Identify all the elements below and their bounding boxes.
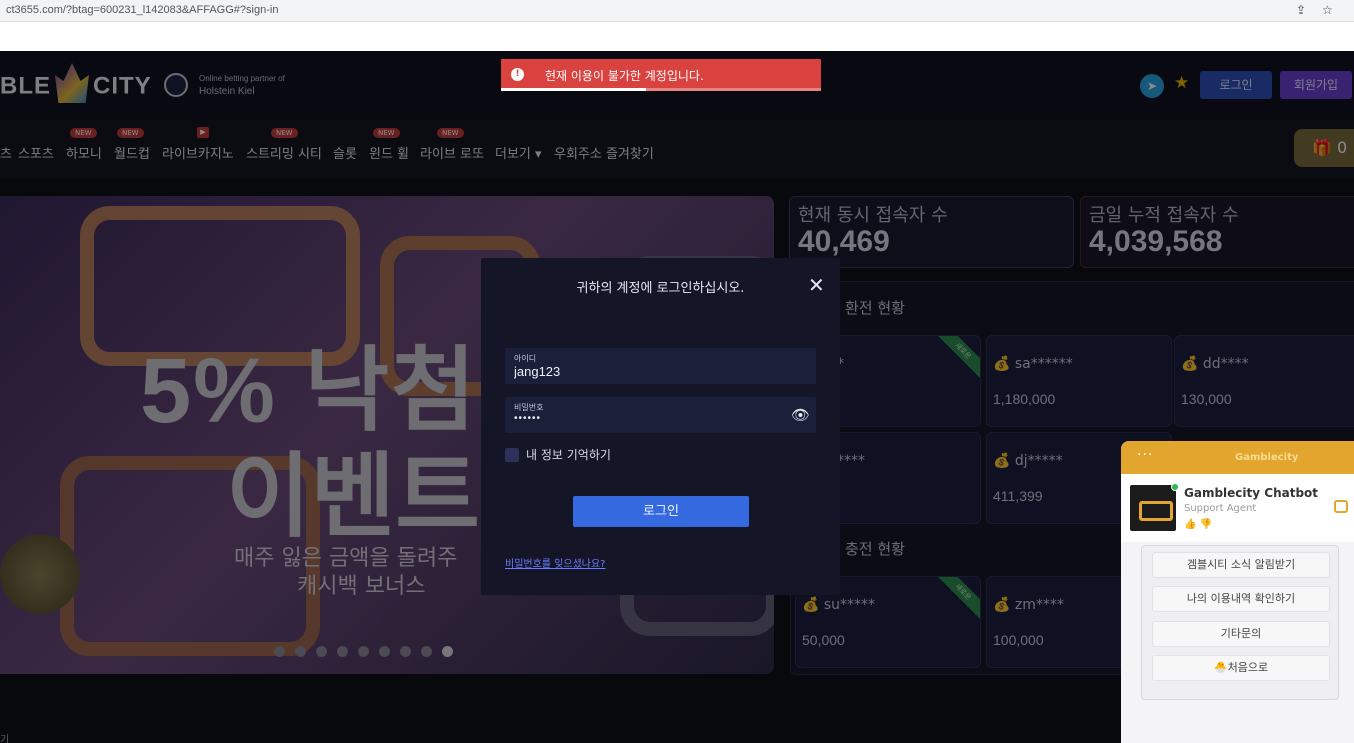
login-title: 귀하의 계정에 로그인하십시오.	[576, 281, 745, 296]
username-label: 아이디	[514, 354, 537, 363]
more-dots-icon[interactable]: ···	[1137, 447, 1153, 463]
chat-agent-card: Gamblecity Chatbot Support Agent 👍 👎	[1121, 474, 1354, 542]
thumbs-up-icon[interactable]: 👍	[1184, 519, 1196, 530]
thumbs-down-icon[interactable]: 👎	[1200, 519, 1212, 530]
login-modal: 귀하의 계정에 로그인하십시오. ✕ 아이디 비밀번호 👁 내 정보 기억하기 …	[481, 258, 840, 595]
agent-avatar	[1130, 485, 1176, 531]
remember-checkbox[interactable]	[505, 447, 519, 462]
close-icon[interactable]: ✕	[808, 273, 825, 297]
password-field[interactable]: 비밀번호 👁	[505, 397, 816, 433]
error-toast[interactable]: ! 현재 이용이 불가한 계정입니다.	[501, 59, 821, 91]
forgot-password-link[interactable]: 비밀번호를 잊으셨나요?	[505, 555, 606, 570]
error-icon: !	[511, 68, 524, 81]
toast-progress	[501, 88, 646, 91]
chat-header[interactable]: ··· Gamblecity	[1121, 441, 1354, 474]
login-submit-button[interactable]: 로그인	[573, 496, 749, 527]
username-field[interactable]: 아이디	[505, 348, 816, 384]
remember-me[interactable]: 내 정보 기억하기	[505, 444, 611, 463]
chat-options: 겜블시티 소식 알림받기 나의 이용내역 확인하기 기타문의 🐣처음으로	[1141, 545, 1339, 700]
chat-option-other[interactable]: 기타문의	[1152, 621, 1330, 647]
agent-role: Support Agent	[1184, 503, 1257, 514]
chatbot-widget: ··· Gamblecity Gamblecity Chatbot Suppor…	[1121, 441, 1354, 743]
url-text[interactable]: ct3655.com/?btag=600231_l142083&AFFAGG#?…	[6, 4, 278, 16]
browser-blank-strip	[0, 22, 1354, 51]
chat-brand: Gamblecity	[1235, 452, 1299, 463]
show-password-eye-icon[interactable]: 👁	[791, 406, 810, 424]
online-status-icon	[1171, 483, 1179, 491]
bookmark-star-icon[interactable]: ☆	[1322, 3, 1333, 17]
chat-option-start-over[interactable]: 🐣처음으로	[1152, 655, 1330, 681]
share-icon[interactable]: ⇪	[1296, 3, 1306, 17]
feedback-thumbs: 👍 👎	[1184, 519, 1212, 530]
password-label: 비밀번호	[514, 403, 544, 412]
chat-bubble-icon[interactable]	[1334, 500, 1348, 513]
chat-option-history[interactable]: 나의 이용내역 확인하기	[1152, 586, 1330, 612]
browser-address-bar[interactable]: ct3655.com/?btag=600231_l142083&AFFAGG#?…	[0, 0, 1354, 22]
chat-option-news[interactable]: 겜블시티 소식 알림받기	[1152, 552, 1330, 578]
username-input[interactable]	[514, 364, 774, 379]
toast-message: 현재 이용이 불가한 계정입니다.	[545, 69, 704, 83]
password-input[interactable]	[514, 413, 774, 424]
remember-label: 내 정보 기억하기	[526, 448, 611, 462]
toast-progress-track	[646, 88, 821, 91]
agent-name: Gamblecity Chatbot	[1184, 486, 1319, 500]
